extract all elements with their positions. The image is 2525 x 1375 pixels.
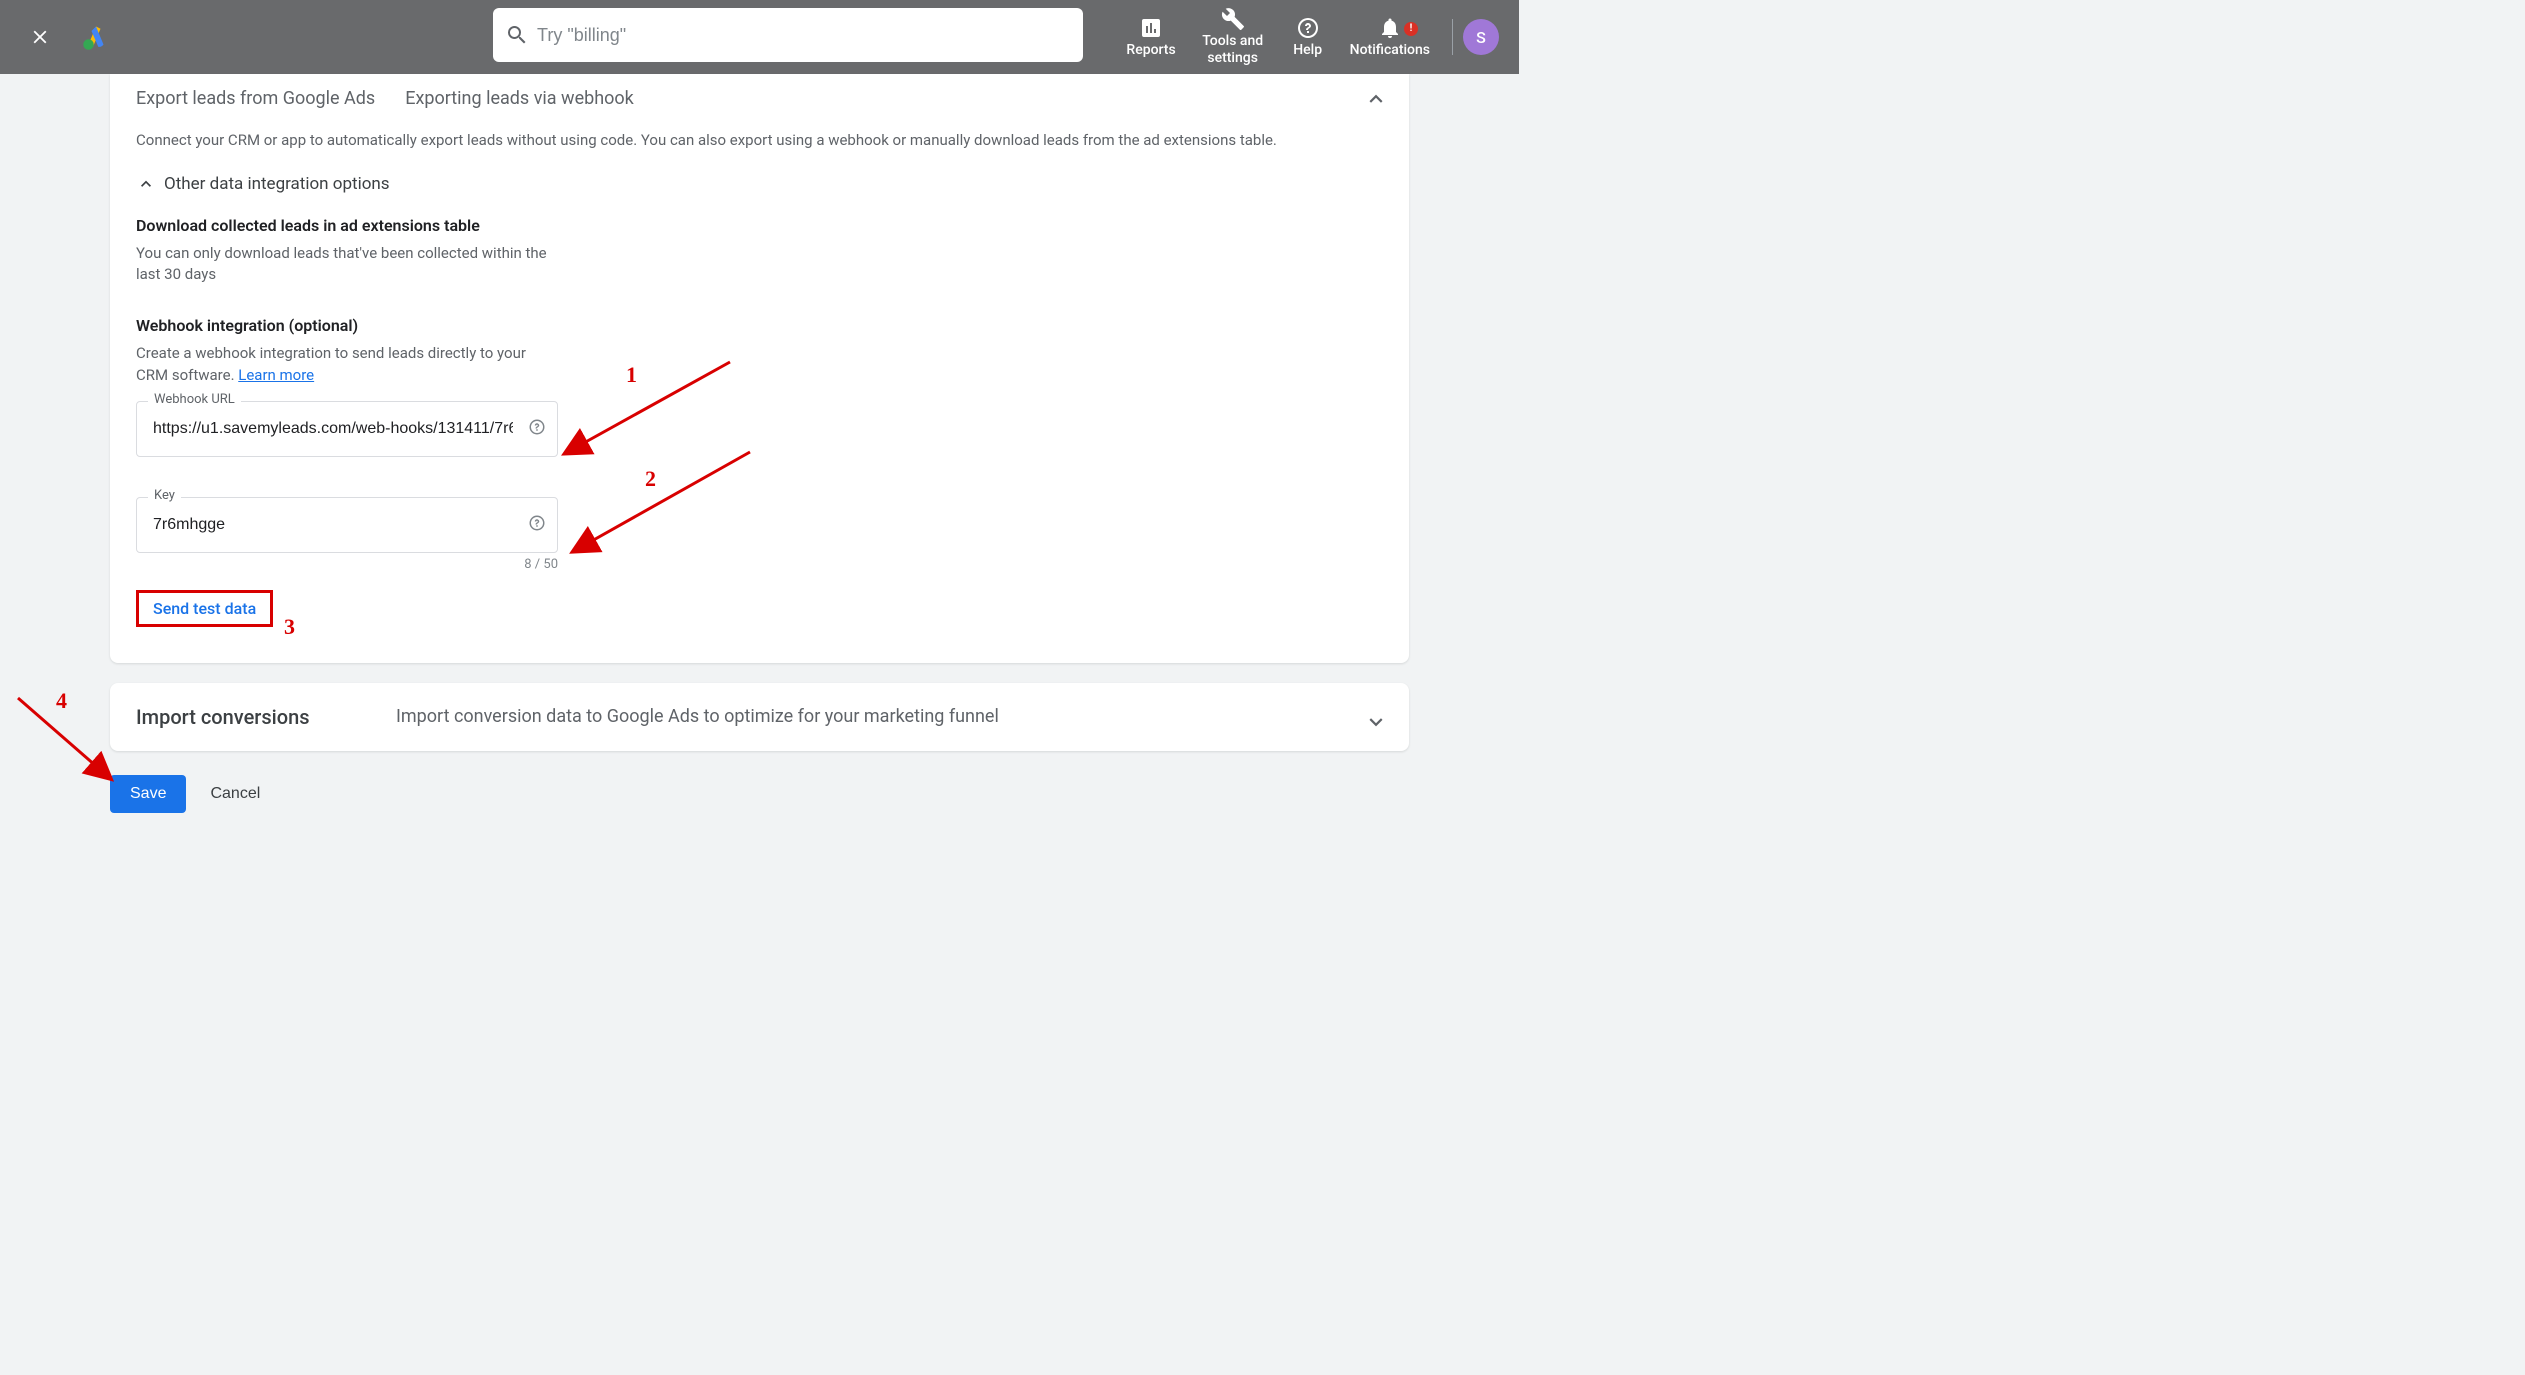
reports-icon <box>1139 16 1163 40</box>
import-conversions-card[interactable]: Import conversions Import conversion dat… <box>110 683 1409 751</box>
content-area: Export leads from Google Ads Exporting l… <box>0 74 1519 813</box>
send-test-button[interactable]: Send test data <box>153 599 256 618</box>
chevron-down-icon <box>1363 709 1389 735</box>
search-icon <box>505 23 529 47</box>
notifications-button[interactable]: ! Notifications <box>1338 16 1442 59</box>
notification-badge: ! <box>1404 22 1418 36</box>
topbar: Reports Tools and settings Help ! Notifi… <box>0 0 1519 74</box>
expand-button[interactable] <box>1363 709 1389 739</box>
help-icon <box>1296 16 1320 40</box>
webhook-url-help[interactable] <box>528 418 546 440</box>
wrench-icon <box>1221 7 1245 31</box>
help-button[interactable]: Help <box>1278 16 1338 59</box>
reports-button[interactable]: Reports <box>1114 16 1187 59</box>
import-title: Import conversions <box>136 705 396 729</box>
google-ads-logo <box>78 19 114 55</box>
bell-icon <box>1378 16 1402 40</box>
save-button[interactable]: Save <box>110 775 186 813</box>
tab-export-leads[interactable]: Export leads from Google Ads <box>136 88 375 109</box>
notifications-label: Notifications <box>1350 42 1430 59</box>
learn-more-link[interactable]: Learn more <box>238 366 314 384</box>
chevron-up-icon <box>136 174 156 194</box>
search-bar[interactable] <box>493 8 1083 62</box>
key-help[interactable] <box>528 514 546 536</box>
webhook-url-input[interactable] <box>136 401 558 457</box>
reports-label: Reports <box>1126 42 1175 59</box>
close-button[interactable] <box>20 17 60 57</box>
webhook-section: Webhook integration (optional) Create a … <box>136 316 1383 627</box>
other-options-label: Other data integration options <box>164 174 390 194</box>
other-options-toggle[interactable]: Other data integration options <box>136 174 1383 194</box>
key-input[interactable] <box>136 497 558 553</box>
topbar-actions: Reports Tools and settings Help ! Notifi… <box>1114 0 1499 74</box>
tab-export-webhook[interactable]: Exporting leads via webhook <box>405 88 634 109</box>
chevron-up-icon <box>1363 86 1389 112</box>
collapse-button[interactable] <box>1363 86 1389 116</box>
search-input[interactable] <box>537 25 1071 46</box>
key-field: Key <box>136 497 558 553</box>
tools-button[interactable]: Tools and settings <box>1188 7 1278 67</box>
help-circle-icon <box>528 514 546 532</box>
webhook-desc: Create a webhook integration to send lea… <box>136 343 556 387</box>
webhook-title: Webhook integration (optional) <box>136 316 1383 335</box>
send-test-highlight: Send test data <box>136 590 273 627</box>
key-label: Key <box>148 488 181 503</box>
footer-actions: Save Cancel <box>110 775 1519 813</box>
import-desc: Import conversion data to Google Ads to … <box>396 706 999 727</box>
key-char-count: 8 / 50 <box>136 557 558 572</box>
webhook-url-label: Webhook URL <box>148 392 241 407</box>
card-description: Connect your CRM or app to automatically… <box>136 129 1383 152</box>
topbar-divider <box>1452 19 1453 55</box>
ads-logo-icon <box>78 19 114 55</box>
avatar[interactable]: S <box>1463 19 1499 55</box>
help-circle-icon <box>528 418 546 436</box>
tools-label: Tools and settings <box>1200 33 1266 67</box>
download-title: Download collected leads in ad extension… <box>136 216 1383 235</box>
download-desc: You can only download leads that've been… <box>136 243 556 287</box>
export-leads-card: Export leads from Google Ads Exporting l… <box>110 74 1409 663</box>
close-icon <box>29 26 51 48</box>
help-label: Help <box>1293 42 1322 59</box>
download-section: Download collected leads in ad extension… <box>136 216 1383 287</box>
cancel-button[interactable]: Cancel <box>210 785 260 803</box>
webhook-url-field: Webhook URL <box>136 401 558 457</box>
tabs-row: Export leads from Google Ads Exporting l… <box>136 84 1383 117</box>
webhook-desc-text: Create a webhook integration to send lea… <box>136 344 526 384</box>
